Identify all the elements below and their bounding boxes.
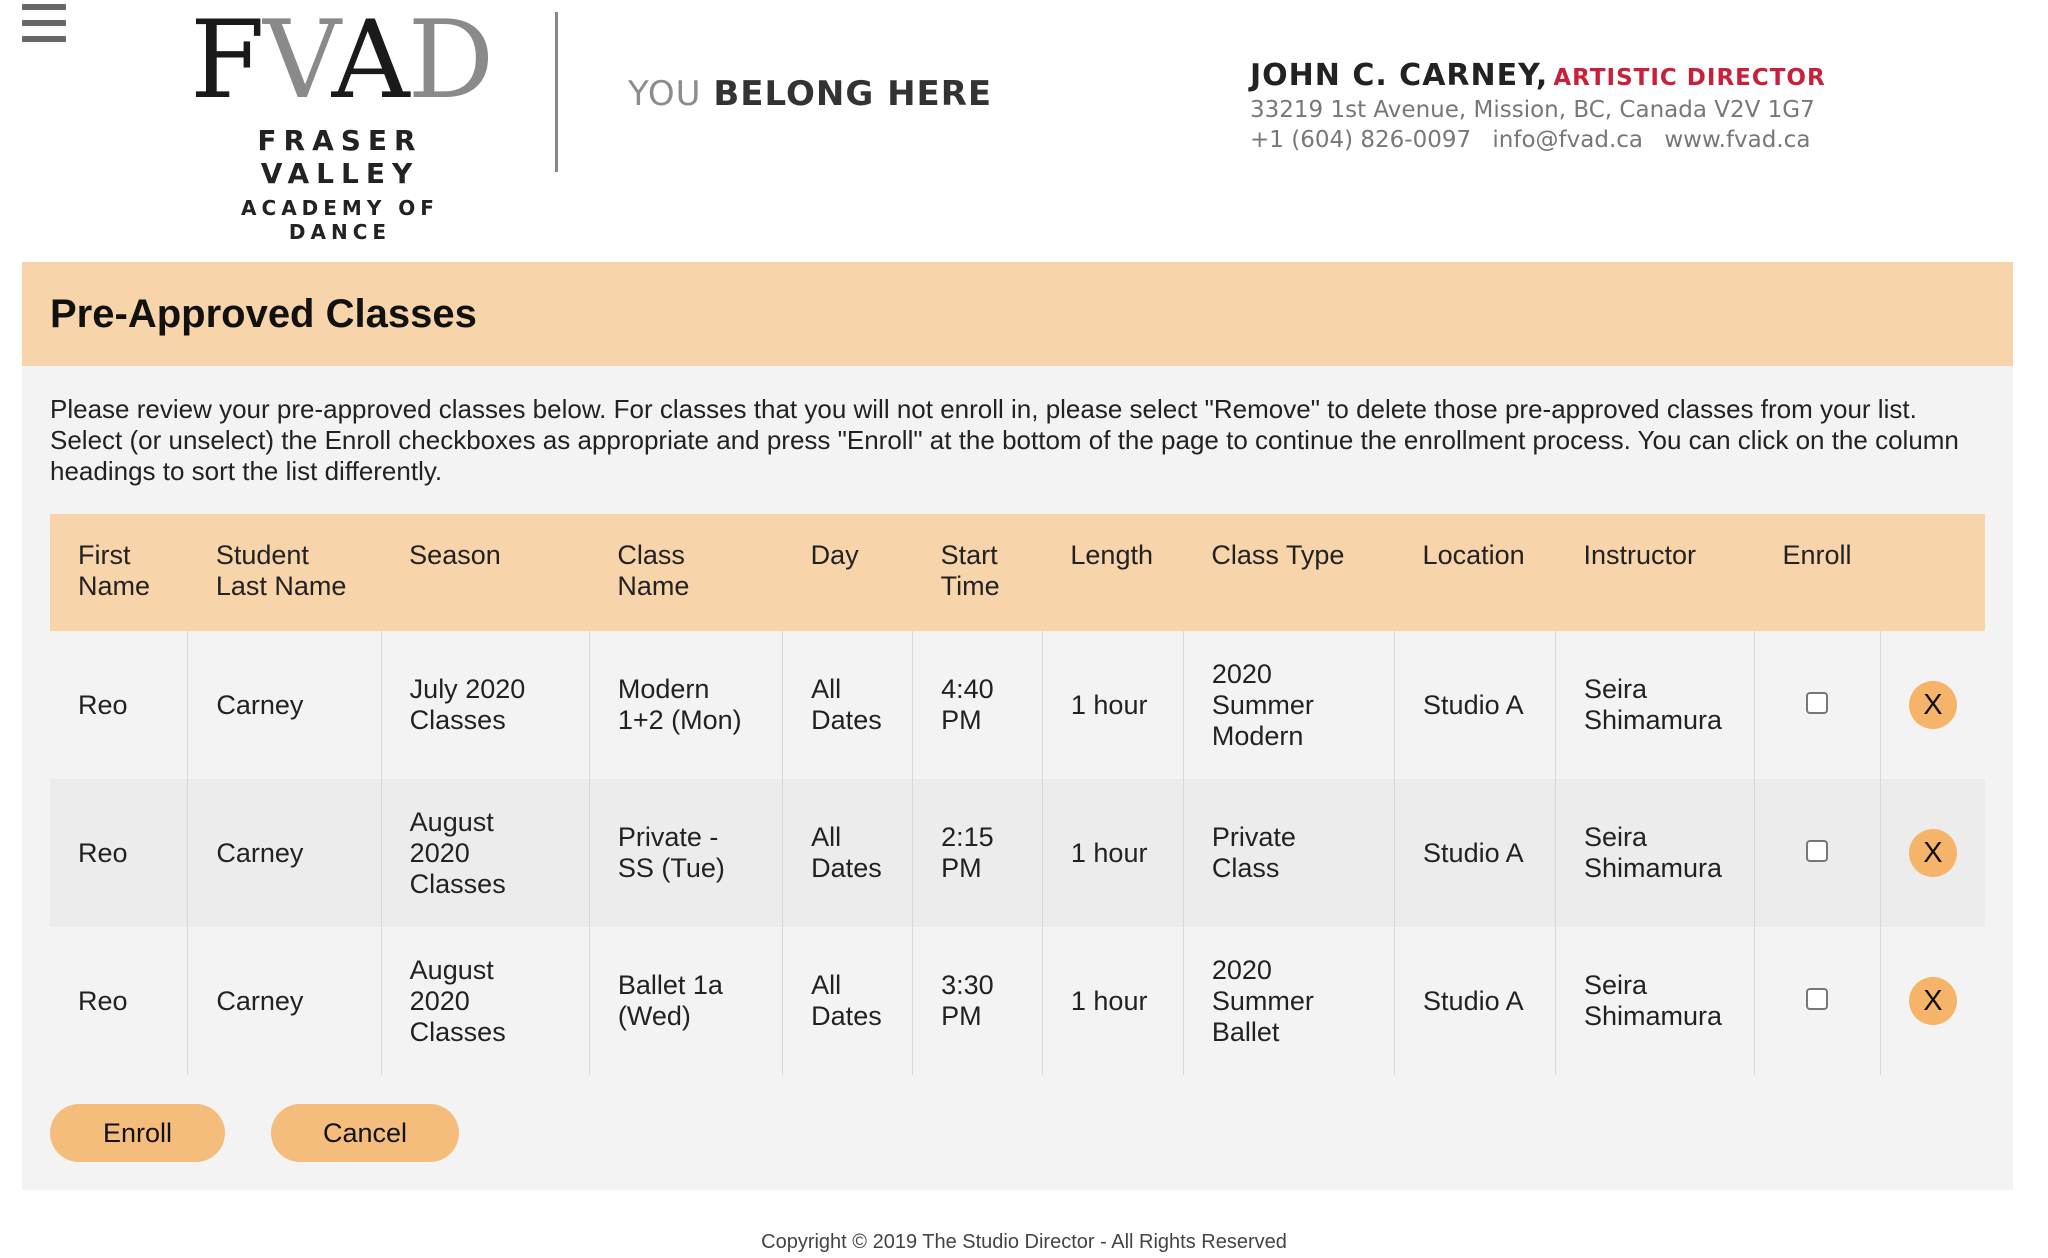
table-row: Reo Carney August 2020 Classes Ballet 1a… [50,927,1985,1075]
remove-button[interactable]: X [1908,977,1957,1025]
cell-length: 1 hour [1042,779,1184,927]
menu-bar [22,20,66,26]
cell-remove: X [1880,779,1985,927]
enroll-button[interactable]: Enroll [50,1104,225,1162]
cell-class-type: 2020 Summer Modern [1183,631,1396,779]
header-divider [555,12,558,172]
column-header-class-type[interactable]: Class Type [1183,514,1395,631]
remove-button[interactable]: X [1908,681,1957,729]
logo-letter: F [190,0,265,123]
cell-length: 1 hour [1042,631,1184,779]
academy-logo: FVAD FRASER VALLEY ACADEMY OF DANCE [190,7,494,245]
logo-letter: A [331,0,410,123]
column-header-instructor[interactable]: Instructor [1555,514,1755,631]
column-header-first-name[interactable]: First Name [50,514,188,631]
cell-last-name: Carney [187,927,382,1075]
panel-header: Pre-Approved Classes [22,262,2013,366]
column-header-remove [1880,514,1985,631]
cell-remove: X [1880,927,1985,1075]
column-header-class-name[interactable]: Class Name [589,514,783,631]
enroll-checkbox[interactable] [1806,691,1829,714]
tagline-part1: YOU [628,74,702,114]
cell-location: Studio A [1394,631,1556,779]
contact-line: +1 (604) 826-0097 info@fvad.ca www.fvad.… [1250,127,1826,153]
cell-remove: X [1880,631,1985,779]
column-header-location[interactable]: Location [1394,514,1556,631]
cell-season: August 2020 Classes [381,927,590,1075]
cell-enroll [1754,779,1881,927]
column-header-enroll[interactable]: Enroll [1754,514,1881,631]
director-name: JOHN C. CARNEY, [1250,58,1549,93]
cell-first-name: Reo [50,927,189,1075]
tagline-part2: BELONG HERE [713,74,993,114]
tagline: YOU BELONG HERE [628,74,992,114]
cell-start-time: 2:15 PM [912,779,1043,927]
column-header-day[interactable]: Day [782,514,913,631]
menu-bar [22,36,66,42]
cell-day: All Dates [782,927,914,1075]
director-role: ARTISTIC DIRECTOR [1553,65,1826,91]
cell-instructor: Seira Shimamura [1555,631,1755,779]
logo-name-line1: FRASER VALLEY [257,124,423,190]
cell-day: All Dates [782,631,914,779]
email-address: info@fvad.ca [1492,127,1644,153]
column-header-start-time[interactable]: Start Time [912,514,1043,631]
column-header-length[interactable]: Length [1042,514,1184,631]
cell-season: August 2020 Classes [381,779,590,927]
address: 33219 1st Avenue, Mission, BC, Canada V2… [1250,97,1815,123]
cell-class-name: Ballet 1a (Wed) [589,927,784,1075]
cell-first-name: Reo [50,631,189,779]
copyright-footer: Copyright © 2019 The Studio Director - A… [761,1231,1287,1253]
cell-start-time: 3:30 PM [912,927,1043,1075]
cell-location: Studio A [1394,779,1556,927]
logo-name-line2: ACADEMY OF DANCE [241,196,439,244]
logo-letter: V [262,0,334,123]
cell-first-name: Reo [50,779,189,927]
cell-location: Studio A [1394,927,1556,1075]
phone-number: +1 (604) 826-0097 [1250,127,1472,153]
instructions-text: Please review your pre-approved classes … [50,394,1959,486]
cancel-button[interactable]: Cancel [271,1104,459,1162]
page-title: Pre-Approved Classes [50,291,477,336]
website: www.fvad.ca [1664,127,1811,153]
contact-block: JOHN C. CARNEY, ARTISTIC DIRECTOR 33219 … [1250,58,1826,153]
column-header-season[interactable]: Season [381,514,590,631]
cell-last-name: Carney [187,779,382,927]
enroll-checkbox[interactable] [1806,987,1829,1010]
table-row: Reo Carney July 2020 Classes Modern 1+2 … [50,631,1985,779]
table-row: Reo Carney August 2020 Classes Private -… [50,779,1985,927]
cell-season: July 2020 Classes [381,631,590,779]
cell-day: All Dates [782,779,914,927]
cell-length: 1 hour [1042,927,1184,1075]
cell-start-time: 4:40 PM [912,631,1043,779]
table-header-row: First Name Student Last Name Season Clas… [50,514,1985,631]
cell-class-name: Modern 1+2 (Mon) [589,631,784,779]
cell-enroll [1754,631,1881,779]
logo-monogram: FVAD [190,7,494,115]
menu-bar [22,4,66,10]
column-header-last-name[interactable]: Student Last Name [187,514,382,631]
cell-class-type: 2020 Summer Ballet [1183,927,1396,1075]
logo-letter: D [407,0,495,123]
cell-instructor: Seira Shimamura [1555,927,1755,1075]
cell-class-name: Private - SS (Tue) [589,779,784,927]
cell-last-name: Carney [187,631,382,779]
enroll-checkbox[interactable] [1806,839,1829,862]
hamburger-menu-icon[interactable] [22,4,66,42]
pre-approved-panel: Pre-Approved Classes Please review your … [22,262,2013,1190]
classes-table: First Name Student Last Name Season Clas… [50,514,1985,1075]
cell-class-type: Private Class [1183,779,1396,927]
cell-enroll [1754,927,1881,1075]
remove-button[interactable]: X [1908,829,1957,877]
cell-instructor: Seira Shimamura [1555,779,1755,927]
